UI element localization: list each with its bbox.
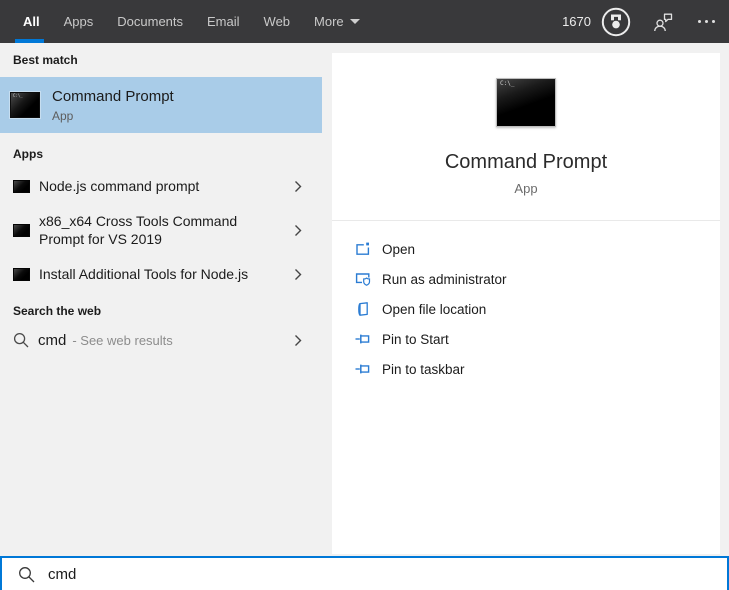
chevron-right-icon[interactable] [294,268,302,281]
app-result-install-additional-tools[interactable]: Install Additional Tools for Node.js [0,254,322,294]
folder-location-icon [358,302,368,316]
terminal-icon [13,267,30,281]
app-result-x86-x64-cross-tools[interactable]: x86_x64 Cross Tools Command Prompt for V… [0,206,322,254]
command-prompt-large-icon: C:\_ [496,78,556,127]
tab-all[interactable]: All [15,0,44,43]
filter-tabs: All Apps Documents Email Web More [15,0,360,43]
action-label: Run as administrator [382,271,507,287]
action-run-as-administrator[interactable]: Run as administrator [332,264,720,294]
feedback-icon[interactable] [652,11,674,33]
tab-more-label: More [314,14,344,29]
action-open-file-location[interactable]: Open file location [332,294,720,324]
search-query-text: cmd [48,565,77,583]
app-result-label: Install Additional Tools for Node.js [39,266,249,282]
header-right-cluster: 1670 [562,6,729,38]
tab-all-label: All [23,14,40,29]
action-pin-to-taskbar[interactable]: Pin to taskbar [332,354,720,384]
preview-title: Command Prompt [444,151,608,173]
tab-apps[interactable]: Apps [64,0,94,43]
pin-icon [355,364,370,374]
tab-email[interactable]: Email [207,0,240,43]
chevron-down-icon [349,19,360,24]
tab-documents-label: Documents [117,14,184,29]
web-result-suffix: - See web results [72,332,173,348]
action-label: Open [382,241,416,257]
tab-web-label: Web [263,14,291,29]
app-result-label: Node.js command prompt [39,178,200,194]
search-icon [13,332,29,348]
results-panel: Best match C:\_ Command Prompt App Apps … [0,43,322,556]
command-prompt-icon-text: C:\_ [500,80,515,87]
open-icon [356,242,370,255]
best-match-text: Command Prompt App [52,88,174,123]
tab-email-label: Email [207,14,240,29]
divider [332,220,720,221]
chevron-right-icon[interactable] [294,180,302,193]
action-label: Open file location [382,301,487,317]
best-match-section-label: Best match [13,53,78,67]
web-result-query: cmd [38,331,67,349]
search-header: All Apps Documents Email Web More 1670 [0,0,729,43]
tab-more[interactable]: More [314,0,360,43]
more-options-icon[interactable] [698,20,715,23]
best-match-subtitle: App [52,108,74,123]
action-label: Pin to Start [382,331,449,347]
terminal-icon [13,223,30,237]
app-result-label: x86_x64 Cross Tools Command Prompt for V… [39,213,238,247]
apps-section-label: Apps [13,147,43,161]
terminal-icon [13,179,30,193]
tab-apps-label: Apps [63,14,94,29]
web-result-cmd[interactable]: cmd - See web results [0,320,322,360]
action-label: Pin to taskbar [382,361,465,377]
rewards-points: 1670 [562,14,591,29]
search-input[interactable]: cmd [0,556,729,590]
chevron-right-icon[interactable] [294,224,302,237]
search-icon [19,566,35,582]
app-result-nodejs-command-prompt[interactable]: Node.js command prompt [0,166,322,206]
best-match-result-command-prompt[interactable]: C:\_ Command Prompt App [0,77,322,133]
command-prompt-icon: C:\_ [10,92,40,118]
admin-shield-icon [355,273,371,286]
rewards-medal-icon[interactable] [600,6,632,38]
action-open[interactable]: Open [332,234,720,264]
preview-subtitle: App [514,181,538,196]
best-match-title: Command Prompt [52,87,174,105]
chevron-right-icon[interactable] [294,334,302,347]
command-prompt-icon-text: C:\_ [13,93,23,98]
search-web-section-label: Search the web [13,304,102,318]
action-list: Open Run as administrator Open file loca… [332,234,720,384]
preview-panel: C:\_ Command Prompt App Open Run as admi… [332,53,720,554]
action-pin-to-start[interactable]: Pin to Start [332,324,720,354]
tab-web[interactable]: Web [264,0,291,43]
tab-documents[interactable]: Documents [117,0,183,43]
pin-icon [355,334,370,344]
